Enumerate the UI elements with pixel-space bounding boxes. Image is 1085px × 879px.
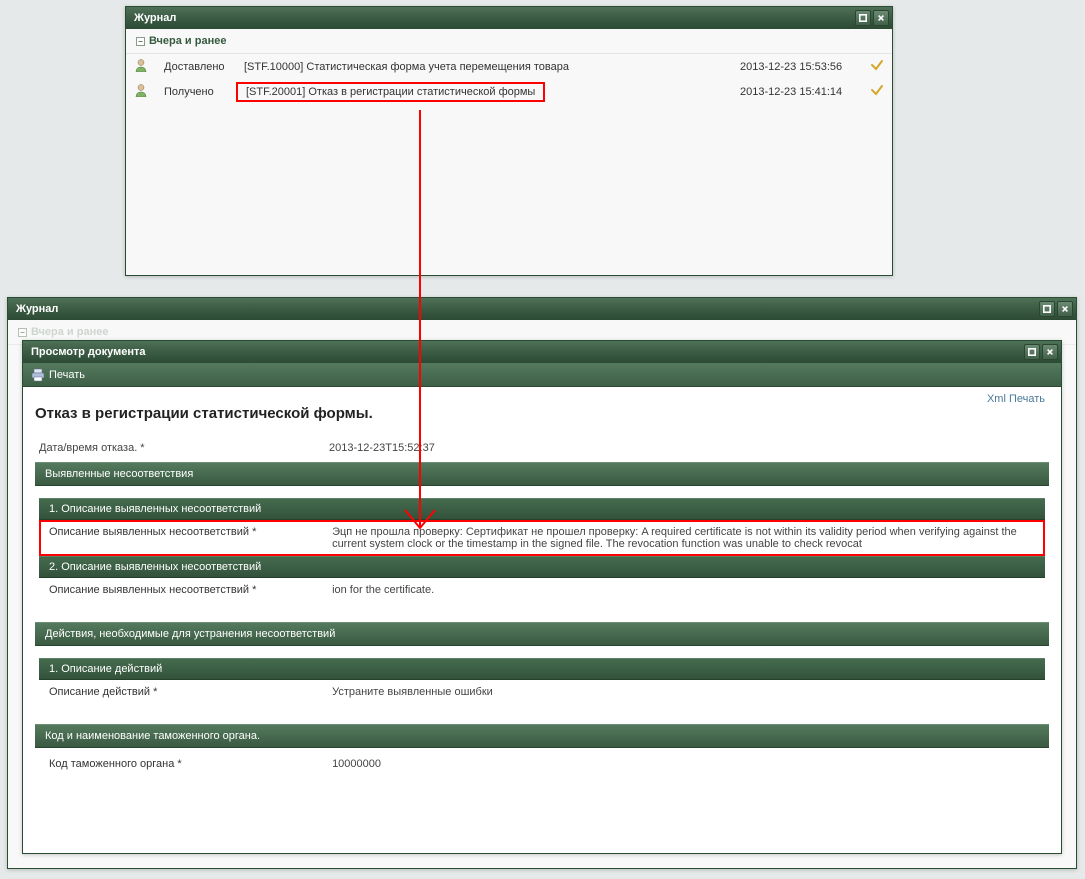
titlebar[interactable]: Журнал (126, 7, 892, 29)
issue1-header: 1. Описание выявленных несоответствий (39, 498, 1045, 520)
journal-window-top: Журнал − Вчера и ранее Доставлено [STF.1… (125, 6, 893, 276)
xml-print-link[interactable]: Xml Печать (987, 393, 1045, 405)
customs-body: Код таможенного органа * 10000000 (39, 748, 1045, 776)
subject-cell-highlight: [STF.20001] Отказ в регистрации статисти… (236, 82, 545, 102)
group-header[interactable]: − Вчера и ранее (126, 29, 892, 54)
status-cell: Доставлено (156, 54, 236, 79)
collapse-icon: − (18, 328, 27, 337)
datetime-row: Дата/время отказа. * 2013-12-23T15:52:37 (39, 442, 1045, 454)
issue1-body-highlight: Описание выявленных несоответствий * Эцп… (39, 520, 1045, 556)
maximize-button[interactable] (1039, 301, 1055, 317)
datetime-label: Дата/время отказа. * (39, 442, 329, 454)
group-label: Вчера и ранее (149, 35, 226, 47)
print-button[interactable]: Печать (31, 368, 85, 382)
maximize-icon (1028, 348, 1036, 356)
issue1-label: Описание выявленных несоответствий * (49, 526, 329, 538)
viewer-titlebar[interactable]: Просмотр документа (23, 341, 1061, 363)
maximize-icon (859, 14, 867, 22)
print-label: Печать (49, 369, 85, 381)
maximize-button[interactable] (855, 10, 871, 26)
journal-window-bottom: Журнал − Вчера и ранее Просмотр документ… (7, 297, 1077, 869)
subject-cell: [STF.10000] Статистическая форма учета п… (236, 54, 732, 79)
maximize-icon (1043, 305, 1051, 313)
time-cell: 2013-12-23 15:41:14 (732, 79, 862, 104)
user-icon (134, 58, 148, 72)
close-button[interactable] (1042, 344, 1058, 360)
maximize-button[interactable] (1024, 344, 1040, 360)
window-title: Журнал (134, 12, 176, 24)
viewer-toolbar: Печать (23, 363, 1061, 387)
issue1-value: Эцп не прошла проверку: Сертификат не пр… (332, 526, 1018, 550)
viewer-title: Просмотр документа (31, 346, 146, 358)
table-row[interactable]: Получено [STF.20001] Отказ в регистрации… (126, 79, 892, 104)
titlebar-buttons (1039, 301, 1073, 317)
action1-header: 1. Описание действий (39, 658, 1045, 680)
document-viewer-window: Просмотр документа Печать Xml Печать Отк… (22, 340, 1062, 854)
close-button[interactable] (1057, 301, 1073, 317)
titlebar-buttons (855, 10, 889, 26)
customs-value: 10000000 (332, 758, 1018, 770)
close-icon (877, 14, 885, 22)
actions-section-header: Действия, необходимые для устранения нес… (35, 622, 1049, 646)
print-icon (31, 368, 45, 382)
document-title: Отказ в регистрации статистической формы… (35, 405, 1049, 422)
subject-cell: [STF.20001] Отказ в регистрации статисти… (246, 86, 535, 98)
issue2-label: Описание выявленных несоответствий * (49, 584, 329, 596)
close-button[interactable] (873, 10, 889, 26)
issues-section-header: Выявленные несоответствия (35, 462, 1049, 486)
close-icon (1046, 348, 1054, 356)
datetime-value: 2013-12-23T15:52:37 (329, 442, 435, 454)
action-value: Устраните выявленные ошибки (332, 686, 1018, 698)
window-title: Журнал (16, 303, 58, 315)
titlebar-buttons (1024, 344, 1058, 360)
issue2-body: Описание выявленных несоответствий * ion… (39, 578, 1045, 602)
table-row[interactable]: Доставлено [STF.10000] Статистическая фо… (126, 54, 892, 79)
collapse-icon: − (136, 37, 145, 46)
action1-body: Описание действий * Устраните выявленные… (39, 680, 1045, 704)
status-cell: Получено (156, 79, 236, 104)
check-icon (870, 83, 884, 97)
issue2-header: 2. Описание выявленных несоответствий (39, 556, 1045, 578)
customs-label: Код таможенного органа * (49, 758, 329, 770)
action-label: Описание действий * (49, 686, 329, 698)
user-icon (134, 83, 148, 97)
check-icon (870, 58, 884, 72)
titlebar[interactable]: Журнал (8, 298, 1076, 320)
issue2-value: ion for the certificate. (332, 584, 1018, 596)
customs-section-header: Код и наименование таможенного органа. (35, 724, 1049, 748)
time-cell: 2013-12-23 15:53:56 (732, 54, 862, 79)
group-label: Вчера и ранее (31, 326, 108, 338)
close-icon (1061, 305, 1069, 313)
journal-table: Доставлено [STF.10000] Статистическая фо… (126, 54, 892, 104)
document-body: Xml Печать Отказ в регистрации статистич… (23, 387, 1061, 788)
